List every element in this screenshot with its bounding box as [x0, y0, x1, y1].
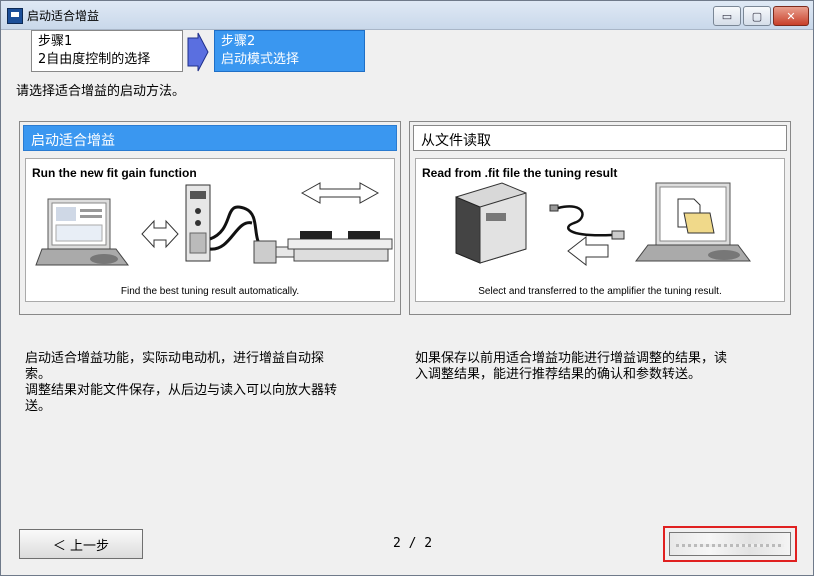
step-2-label: 启动模式选择: [221, 52, 300, 67]
window-title: 启动适合增益: [27, 9, 100, 23]
page-indicator: 2 / 2: [393, 536, 433, 551]
illustration-title: Run the new fit gain function: [32, 166, 197, 180]
option-read-from-file-header[interactable]: 从文件读取: [413, 125, 787, 151]
run-fit-gain-description: 启动适合增益功能，实际动电动机，进行增益自动探 索。 调整结果对能文件保存，从后…: [25, 351, 338, 414]
illustration-caption: Find the best tuning result automaticall…: [120, 286, 300, 297]
step-1-label: 2自由度控制的选择: [38, 52, 151, 67]
next-button[interactable]: [669, 532, 791, 556]
read-file-diagram-icon: [455, 182, 751, 267]
instruction-text: 请选择适合增益的启动方法。: [16, 84, 186, 99]
highlight-frame: [663, 526, 797, 562]
step-2: 步骤2 启动模式选择: [214, 30, 365, 72]
title-bar[interactable]: 启动适合增益 ▭ ▢ ✕: [1, 1, 813, 30]
step-1-number: 步骤1: [38, 34, 73, 49]
illustration-title: Read from .fit file the tuning result: [422, 166, 618, 180]
option-run-fit-gain[interactable]: 启动适合增益 Run the new fit gain function Fin…: [19, 121, 401, 315]
app-icon: [7, 8, 23, 24]
minimize-button[interactable]: ▭: [713, 6, 741, 26]
back-button[interactable]: ＜ 上一步: [19, 529, 143, 559]
run-fit-gain-illustration[interactable]: Run the new fit gain function Find the b…: [25, 158, 395, 302]
read-file-description: 如果保存以前用适合增益功能进行增益调整的结果，读 入调整结果，能进行推荐结果的确…: [415, 351, 728, 382]
step-arrow-icon: [187, 32, 209, 72]
maximize-button[interactable]: ▢: [743, 6, 771, 26]
fit-gain-diagram-icon: [35, 182, 393, 266]
step-1: 步骤1 2自由度控制的选择: [31, 30, 183, 72]
read-file-illustration[interactable]: Read from .fit file the tuning result Se…: [415, 158, 785, 302]
close-button[interactable]: ✕: [773, 6, 809, 26]
option-run-fit-gain-header[interactable]: 启动适合增益: [23, 125, 397, 151]
app-window: 启动适合增益 ▭ ▢ ✕ 步骤1 2自由度控制的选择 步骤2 启动模式选择 请选…: [0, 0, 814, 576]
option-read-from-file[interactable]: 从文件读取 Read from .fit file the tuning res…: [409, 121, 791, 315]
step-2-number: 步骤2: [221, 34, 256, 49]
illustration-caption: Select and transferred to the amplifier …: [478, 286, 722, 297]
